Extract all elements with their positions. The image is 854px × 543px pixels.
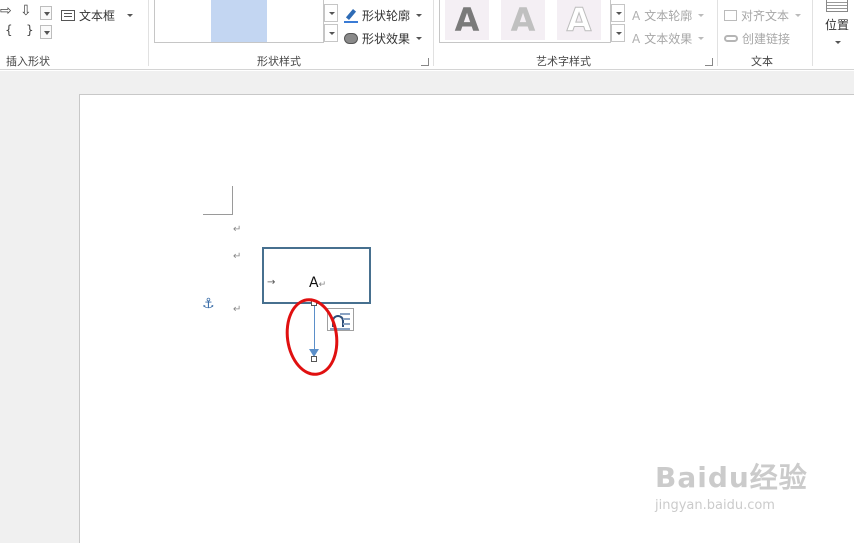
group-divider <box>148 0 149 66</box>
shape-effects-icon <box>344 33 358 44</box>
wordart-styles-dialog-launcher-icon[interactable] <box>705 58 713 66</box>
chevron-down-icon <box>795 14 802 17</box>
group-divider <box>812 0 813 66</box>
chevron-down-icon <box>127 14 134 17</box>
watermark: Baidu经验 jingyan.baidu.com <box>655 456 845 513</box>
text-outline-icon: A <box>632 8 641 23</box>
create-link-button[interactable]: 创建链接 <box>724 30 790 47</box>
textbox-icon <box>61 10 75 21</box>
wordart-more-button[interactable] <box>611 24 625 42</box>
chevron-down-icon <box>835 41 841 44</box>
shape-effects-button[interactable]: 形状效果 <box>344 30 423 47</box>
text-box-shape[interactable]: → A↵ <box>262 247 371 304</box>
paragraph-mark: ↵ <box>233 224 242 235</box>
align-text-icon <box>724 10 737 21</box>
margin-corner-mark <box>203 186 233 215</box>
shape-styles-dialog-launcher-icon[interactable] <box>421 58 429 66</box>
chevron-down-icon <box>416 37 423 40</box>
shapes-scroll-down-button[interactable] <box>40 6 52 20</box>
position-label: 位置 <box>824 18 849 32</box>
position-button[interactable]: 位置 <box>820 0 854 50</box>
wordart-scroll-button[interactable] <box>611 4 625 22</box>
text-box-text: A <box>309 275 319 291</box>
shape-styles-gallery[interactable] <box>154 0 324 43</box>
insert-shapes-group-label: 插入形状 <box>6 55 50 68</box>
shape-styles-scroll-button[interactable] <box>324 4 338 22</box>
watermark-logo: Baidu经验 <box>655 461 808 494</box>
watermark-url: jingyan.baidu.com <box>655 498 775 513</box>
shape-outline-label: 形状轮廓 <box>362 9 411 23</box>
align-text-button[interactable]: 对齐文本 <box>724 7 802 24</box>
wordart-style-tile[interactable]: A <box>557 0 601 40</box>
down-arrow-shape-icon[interactable]: ⇩ <box>20 3 32 19</box>
shape-outline-button[interactable]: 形状轮廓 <box>344 7 423 24</box>
paragraph-mark: ↵ <box>233 304 242 315</box>
textbox-button[interactable]: 文本框 <box>61 7 134 24</box>
right-brace-shape-icon[interactable]: } <box>26 23 34 37</box>
tab-mark: → <box>267 277 276 288</box>
pencil-icon <box>344 8 358 23</box>
chevron-down-icon <box>698 37 705 40</box>
shape-effects-label: 形状效果 <box>362 32 411 46</box>
text-outline-label: 文本轮廓 <box>644 9 693 23</box>
text-effects-label: 文本效果 <box>644 32 693 46</box>
shapes-more-button[interactable] <box>40 25 52 39</box>
group-divider <box>433 0 434 66</box>
wordart-style-tile[interactable]: A <box>501 0 545 40</box>
chevron-down-icon <box>416 14 423 17</box>
wordart-style-tile[interactable]: A <box>445 0 489 40</box>
ribbon: ⇨ ⇩ { } 文本框 插入形状 形状轮廓 形状效果 形状样式 A A A A … <box>0 0 854 70</box>
group-divider <box>717 0 718 66</box>
position-icon <box>826 0 848 12</box>
shape-styles-group-label: 形状样式 <box>257 55 301 68</box>
wordart-styles-gallery[interactable]: A A A <box>439 0 611 43</box>
create-link-label: 创建链接 <box>742 32 791 46</box>
shape-styles-more-button[interactable] <box>324 24 338 42</box>
paragraph-mark: ↵ <box>233 251 242 262</box>
align-text-label: 对齐文本 <box>741 9 790 23</box>
text-effects-button[interactable]: A 文本效果 <box>632 30 705 47</box>
wordart-styles-group-label: 艺术字样式 <box>536 55 591 68</box>
text-group-label: 文本 <box>751 55 773 68</box>
left-brace-shape-icon[interactable]: { <box>5 23 13 37</box>
link-icon <box>724 35 738 42</box>
text-box-content[interactable]: A↵ <box>309 275 326 291</box>
right-arrow-shape-icon[interactable]: ⇨ <box>0 3 12 19</box>
shape-style-swatch[interactable] <box>211 0 267 42</box>
text-effects-icon: A <box>632 31 641 46</box>
paragraph-mark: ↵ <box>318 280 327 290</box>
anchor-icon[interactable]: ⚓ <box>202 296 215 312</box>
chevron-down-icon <box>698 14 705 17</box>
text-outline-button[interactable]: A 文本轮廓 <box>632 7 705 24</box>
textbox-button-label: 文本框 <box>79 9 116 23</box>
